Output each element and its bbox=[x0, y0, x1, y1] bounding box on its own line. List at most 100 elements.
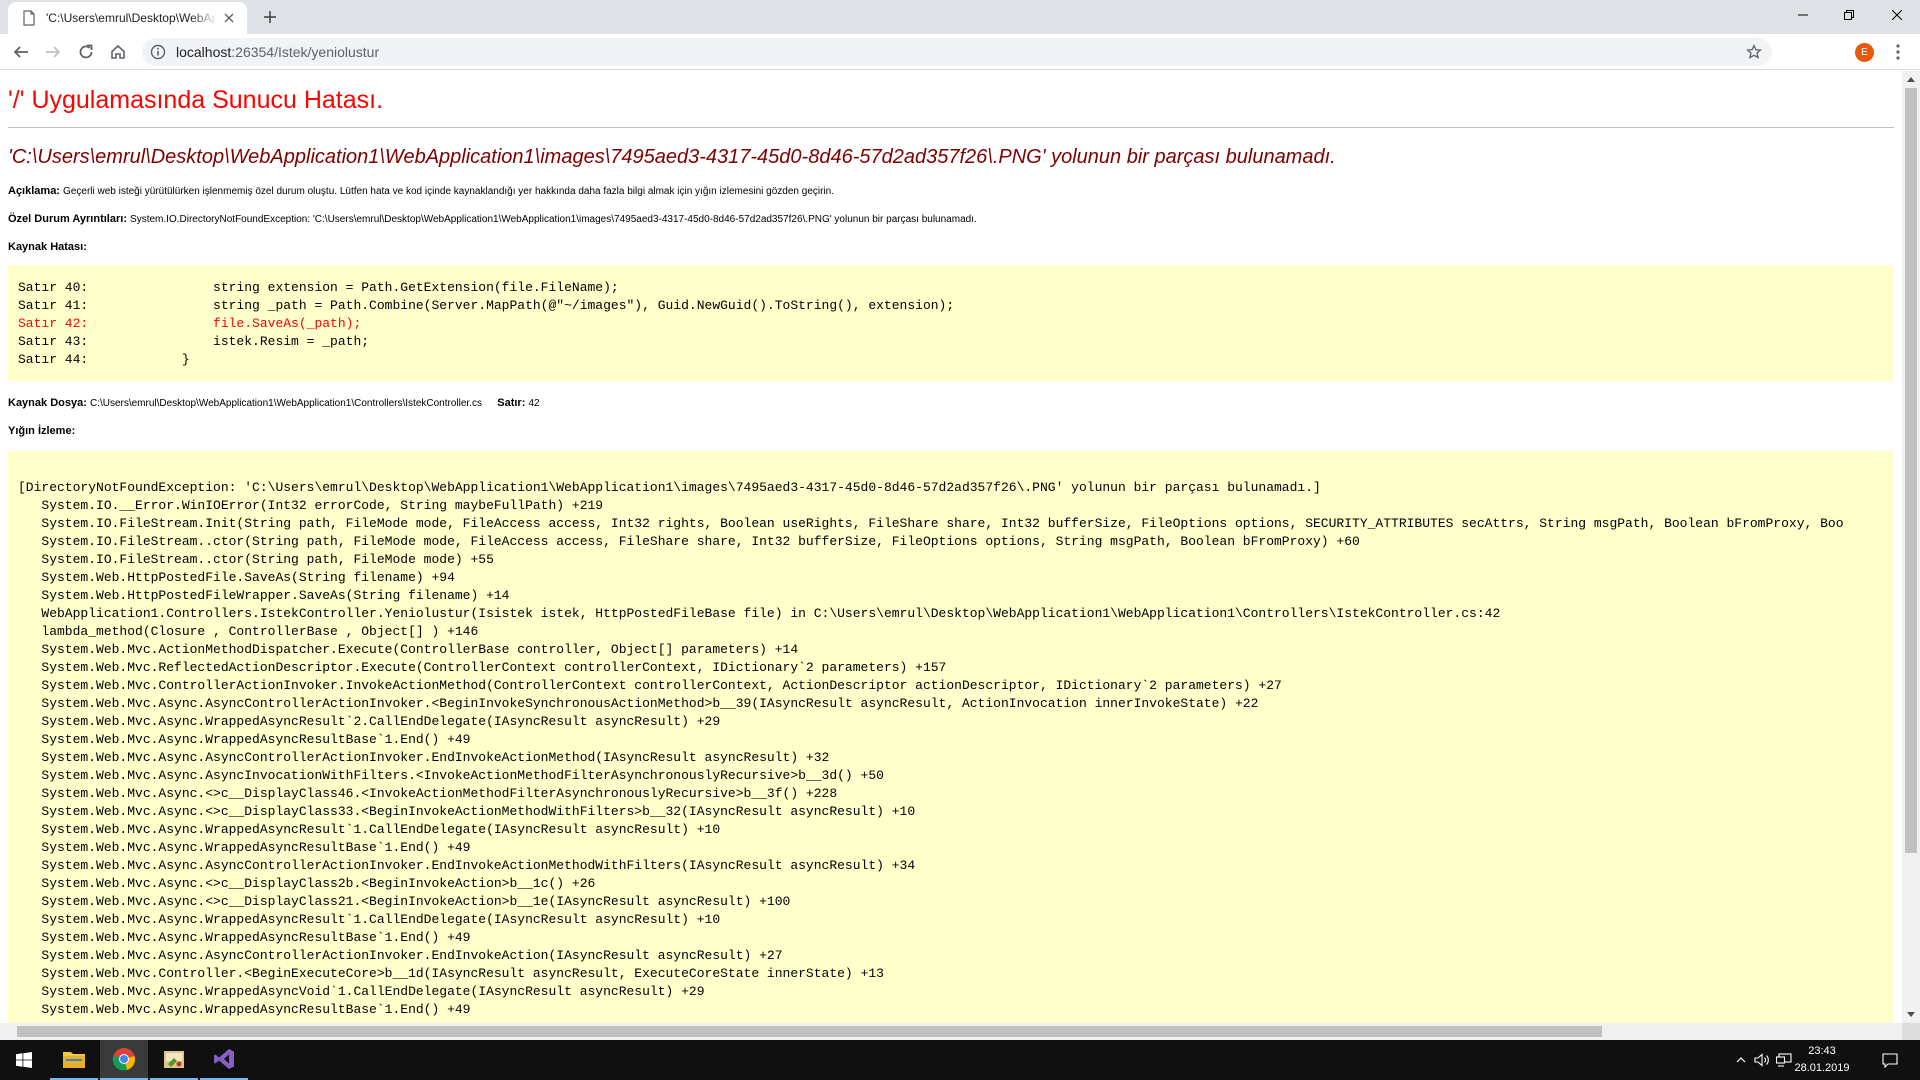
info-icon[interactable] bbox=[150, 44, 166, 60]
stack-line: lambda_method(Closure , ControllerBase ,… bbox=[18, 624, 479, 639]
stack-line: System.Web.Mvc.Async.WrappedAsyncVoid`1.… bbox=[18, 984, 705, 999]
bookmark-star-icon[interactable] bbox=[1746, 44, 1762, 60]
url-text: localhost:26354/Istek/yeniolustur bbox=[176, 44, 379, 60]
stack-line: System.IO.__Error.WinIOError(Int32 error… bbox=[18, 498, 604, 513]
stack-line: System.IO.FileStream..ctor(String path, … bbox=[18, 534, 1360, 549]
stack-line: System.Web.Mvc.Async.<>c__DisplayClass33… bbox=[18, 804, 916, 819]
stack-line: System.Web.HttpPostedFile.SaveAs(String … bbox=[18, 570, 455, 585]
stack-line: [DirectoryNotFoundException: 'C:\Users\e… bbox=[18, 480, 1321, 495]
close-tab-icon[interactable] bbox=[217, 6, 241, 30]
stack-line: System.Web.Mvc.ControllerActionInvoker.I… bbox=[18, 678, 1282, 693]
stack-line: System.IO.FileStream..ctor(String path, … bbox=[18, 552, 494, 567]
volume-icon[interactable] bbox=[1752, 1040, 1772, 1080]
source-line: Satır 43: istek.Resim = _path; bbox=[18, 334, 370, 349]
stack-line: System.Web.Mvc.Async.WrappedAsyncResultB… bbox=[18, 930, 471, 945]
vertical-scroll-thumb[interactable] bbox=[1905, 88, 1917, 853]
stack-trace-box: [DirectoryNotFoundException: 'C:\Users\e… bbox=[8, 451, 1894, 1023]
source-file-label: Kaynak Dosya: bbox=[8, 397, 87, 409]
stack-line: System.Web.Mvc.Async.AsyncControllerActi… bbox=[18, 750, 830, 765]
exception-label: Özel Durum Ayrıntıları: bbox=[8, 213, 127, 225]
source-code: Satır 40: string extension = Path.GetExt… bbox=[18, 279, 1884, 369]
horizontal-scroll-thumb[interactable] bbox=[17, 1026, 1602, 1037]
clock-date: 28.01.2019 bbox=[1794, 1062, 1850, 1074]
stack-line: System.Web.Mvc.Async.AsyncControllerActi… bbox=[18, 858, 916, 873]
exception-row: Özel Durum Ayrıntıları: System.IO.Direct… bbox=[8, 213, 1894, 225]
stack-line: System.Web.Mvc.ReflectedActionDescriptor… bbox=[18, 660, 947, 675]
stack-line: WebApplication1.Controllers.IstekControl… bbox=[18, 606, 1501, 621]
source-file-row: Kaynak Dosya: C:\Users\emrul\Desktop\Web… bbox=[8, 397, 1894, 409]
description-row: Açıklama: Geçerli web isteği yürütülürke… bbox=[8, 185, 1894, 197]
source-line-value: 42 bbox=[528, 398, 540, 409]
file-explorer-icon[interactable] bbox=[50, 1040, 98, 1080]
stack-line: System.Web.Mvc.ActionMethodDispatcher.Ex… bbox=[18, 642, 799, 657]
restore-icon[interactable] bbox=[1826, 0, 1872, 30]
description-text: Geçerli web isteği yürütülürken işlenmem… bbox=[63, 186, 835, 197]
error-message: 'C:\Users\emrul\Desktop\WebApplication1\… bbox=[8, 146, 1336, 168]
stack-line: System.Web.Mvc.Async.AsyncControllerActi… bbox=[18, 696, 1259, 711]
url-path: :26354/Istek/yeniolustur bbox=[231, 44, 380, 60]
error-page: '/' Uygulamasında Sunucu Hatası. 'C:\Use… bbox=[8, 86, 1894, 1023]
stack-line: System.Web.Mvc.Async.WrappedAsyncResult`… bbox=[18, 714, 721, 729]
url-host: localhost bbox=[176, 44, 232, 60]
page-viewport: '/' Uygulamasında Sunucu Hatası. 'C:\Use… bbox=[0, 71, 1902, 1023]
stack-line: System.Web.HttpPostedFileWrapper.SaveAs(… bbox=[18, 588, 510, 603]
stack-line: System.IO.FileStream.Init(String path, F… bbox=[18, 516, 1844, 531]
browser-toolbar: localhost:26354/Istek/yeniolustur E bbox=[0, 34, 1920, 70]
page-title: '/' Uygulamasında Sunucu Hatası. bbox=[8, 86, 384, 114]
windows-start-icon[interactable] bbox=[0, 1040, 48, 1080]
source-line-label: Satır: bbox=[497, 397, 526, 409]
horizontal-scrollbar[interactable] bbox=[0, 1023, 1902, 1040]
stack-line: System.Web.Mvc.Async.WrappedAsyncResultB… bbox=[18, 732, 471, 747]
exception-text: System.IO.DirectoryNotFoundException: 'C… bbox=[130, 214, 977, 225]
forward-icon[interactable] bbox=[39, 38, 67, 66]
close-window-icon[interactable] bbox=[1874, 0, 1920, 30]
stack-line: System.Web.Mvc.Async.WrappedAsyncResultB… bbox=[18, 1002, 471, 1017]
source-error-label: Kaynak Hatası: bbox=[8, 241, 87, 253]
tab-title: 'C:\Users\emrul\Desktop\WebAp bbox=[46, 11, 217, 25]
tab-strip: 'C:\Users\emrul\Desktop\WebAp bbox=[0, 0, 1920, 34]
browser-tab[interactable]: 'C:\Users\emrul\Desktop\WebAp bbox=[8, 2, 247, 34]
vertical-scrollbar[interactable] bbox=[1902, 71, 1920, 1023]
reload-icon[interactable] bbox=[72, 38, 100, 66]
chrome-icon[interactable] bbox=[100, 1040, 148, 1080]
scroll-up-icon[interactable] bbox=[1902, 71, 1920, 88]
clock-time: 23:43 bbox=[1808, 1045, 1836, 1057]
scroll-down-icon[interactable] bbox=[1902, 1006, 1920, 1023]
stack-line: System.Web.Mvc.Async.AsyncControllerActi… bbox=[18, 948, 783, 963]
description-label: Açıklama: bbox=[8, 185, 60, 197]
stack-line: System.Web.Mvc.Async.WrappedAsyncResultB… bbox=[18, 840, 471, 855]
stack-label: Yığın İzleme: bbox=[8, 425, 76, 437]
paint-tool-icon[interactable] bbox=[150, 1040, 198, 1080]
notifications-icon[interactable] bbox=[1870, 1040, 1910, 1080]
stack-line: System.Web.Mvc.Async.WrappedAsyncResult`… bbox=[18, 912, 721, 927]
source-code-box: Satır 40: string extension = Path.GetExt… bbox=[8, 265, 1894, 381]
source-error-heading: Kaynak Hatası: bbox=[8, 241, 1894, 253]
source-line: Satır 40: string extension = Path.GetExt… bbox=[18, 280, 619, 295]
source-line-error: Satır 42: file.SaveAs(_path); bbox=[18, 316, 362, 331]
taskbar-clock[interactable]: 23:43 28.01.2019 bbox=[1792, 1043, 1852, 1077]
stack-line: System.Web.Mvc.Async.<>c__DisplayClass21… bbox=[18, 894, 791, 909]
stack-line: System.Web.Mvc.Async.<>c__DisplayClass46… bbox=[18, 786, 838, 801]
visual-studio-icon[interactable] bbox=[200, 1040, 248, 1080]
source-line: Satır 41: string _path = Path.Combine(Se… bbox=[18, 298, 955, 313]
network-icon[interactable] bbox=[1774, 1040, 1794, 1080]
minimize-icon[interactable] bbox=[1780, 0, 1826, 30]
show-hidden-icons-icon[interactable] bbox=[1732, 1040, 1750, 1080]
menu-dots-icon[interactable] bbox=[1889, 43, 1907, 61]
stack-heading: Yığın İzleme: bbox=[8, 425, 1894, 437]
page-icon bbox=[23, 10, 35, 26]
scroll-corner bbox=[1902, 1023, 1920, 1040]
back-icon[interactable] bbox=[7, 38, 35, 66]
divider bbox=[8, 127, 1894, 128]
stack-line: System.Web.Mvc.Async.WrappedAsyncResult`… bbox=[18, 822, 721, 837]
stack-line: System.Web.Mvc.Async.AsyncInvocationWith… bbox=[18, 768, 884, 783]
home-icon[interactable] bbox=[104, 38, 132, 66]
source-line: Satır 44: } bbox=[18, 352, 190, 367]
profile-avatar[interactable]: E bbox=[1855, 43, 1874, 62]
stack-line: System.Web.Mvc.Async.<>c__DisplayClass2b… bbox=[18, 876, 596, 891]
address-bar[interactable]: localhost:26354/Istek/yeniolustur bbox=[142, 38, 1772, 66]
stack-line: System.Web.Mvc.Controller.<BeginExecuteC… bbox=[18, 966, 884, 981]
new-tab-icon[interactable] bbox=[258, 5, 282, 29]
taskbar: 23:43 28.01.2019 bbox=[0, 1040, 1920, 1080]
source-file-value: C:\Users\emrul\Desktop\WebApplication1\W… bbox=[89, 398, 482, 409]
